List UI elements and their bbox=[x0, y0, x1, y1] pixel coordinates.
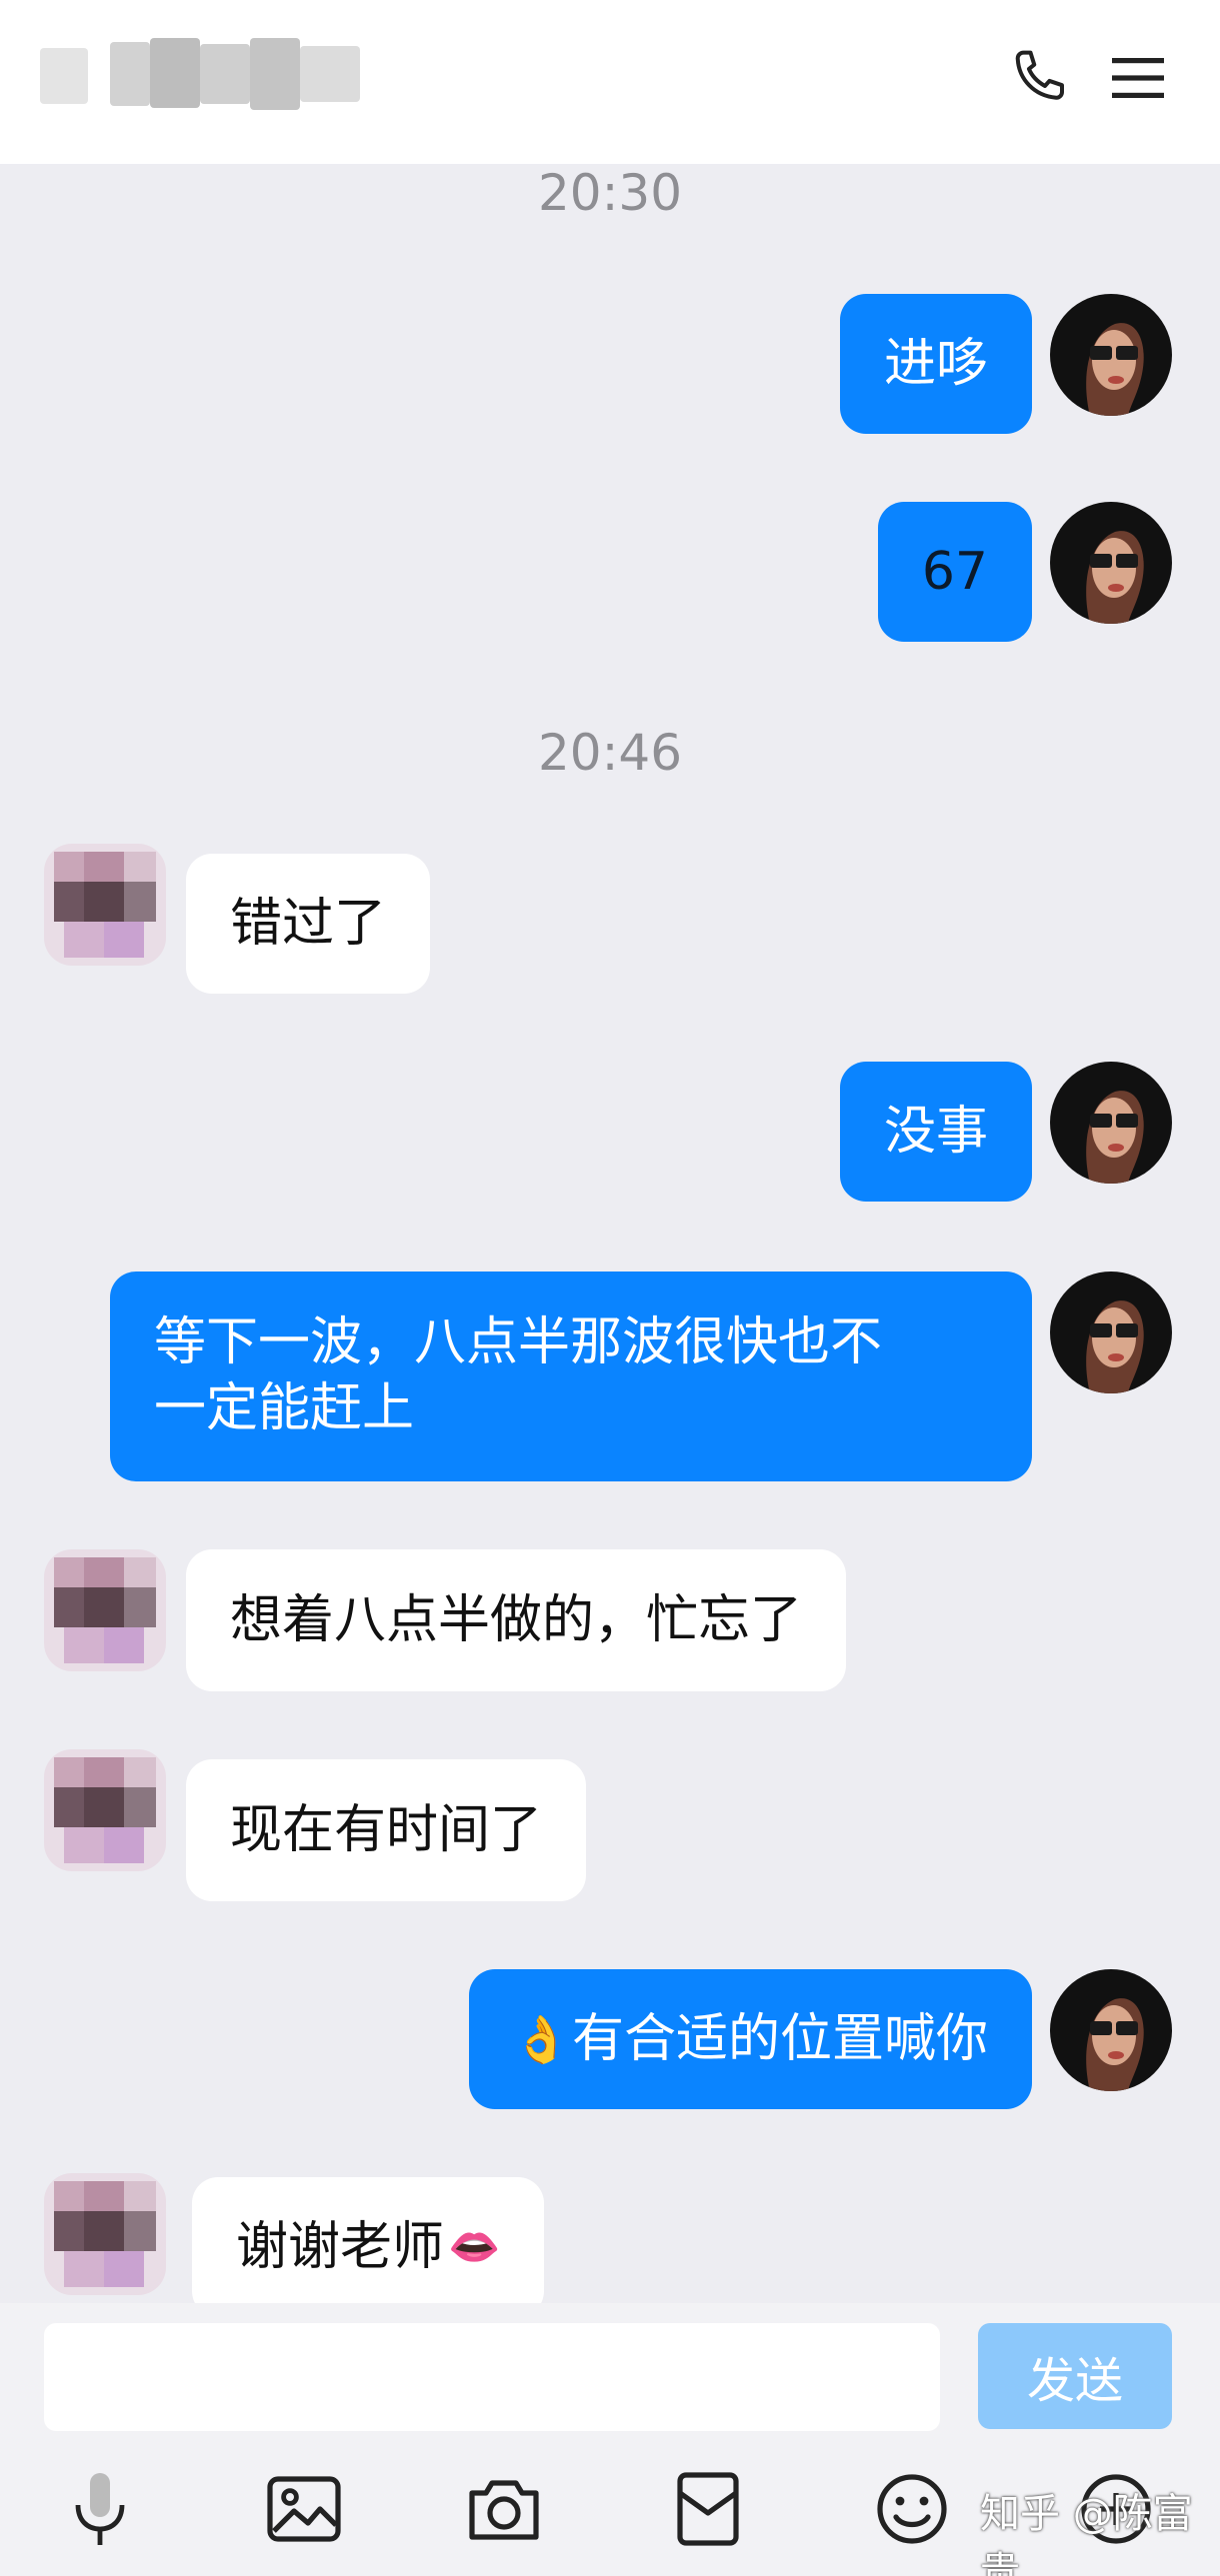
chat-header bbox=[0, 0, 1220, 164]
avatar-image bbox=[1050, 1969, 1172, 2091]
message-bubble-other[interactable]: 现在有时间了 bbox=[186, 1759, 587, 1901]
avatar-blurred[interactable] bbox=[44, 2173, 166, 2295]
phone-icon[interactable] bbox=[1006, 46, 1070, 110]
message-text-line2: 一定能赶上 bbox=[154, 1378, 415, 1438]
watermark: 知乎 @陈富贵 bbox=[980, 2491, 1193, 2576]
avatar-image bbox=[44, 844, 166, 966]
avatar[interactable] bbox=[1050, 294, 1172, 416]
message-list[interactable]: 20:30 进哆 67 20:46 错过了 没事 等下一波，八点半那波很快也不 … bbox=[0, 164, 1220, 2317]
message-bubble-mine[interactable]: 没事 bbox=[839, 1062, 1032, 1202]
timestamp: 20:46 bbox=[537, 724, 683, 782]
emoji-icon[interactable] bbox=[872, 2469, 952, 2549]
message-text: 有合适的位置喊你 bbox=[571, 2009, 988, 2069]
message-bubble-mine[interactable]: 67 bbox=[877, 502, 1032, 642]
avatar[interactable] bbox=[1050, 1272, 1172, 1393]
avatar-image bbox=[44, 2173, 166, 2295]
message-bubble-mine[interactable]: 等下一波，八点半那波很快也不 一定能赶上 bbox=[110, 1272, 1032, 1481]
avatar-image bbox=[44, 1749, 166, 1871]
message-text: 没事 bbox=[883, 1102, 988, 1162]
timestamp: 20:30 bbox=[537, 164, 683, 222]
camera-icon[interactable] bbox=[464, 2469, 544, 2549]
message-text: 进哆 bbox=[883, 334, 988, 394]
message-text: 想着八点半做的，忙忘了 bbox=[230, 1590, 803, 1650]
avatar-image bbox=[1050, 1062, 1172, 1184]
image-icon[interactable] bbox=[264, 2469, 344, 2549]
message-bubble-mine[interactable]: 👌 有合适的位置喊你 bbox=[468, 1969, 1032, 2109]
message-bubble-other[interactable]: 错过了 bbox=[186, 854, 431, 994]
microphone-icon[interactable] bbox=[60, 2469, 140, 2549]
avatar-image bbox=[1050, 502, 1172, 624]
message-text: 谢谢老师 bbox=[236, 2217, 445, 2277]
avatar[interactable] bbox=[1050, 502, 1172, 624]
contact-name-blurred bbox=[40, 38, 360, 118]
avatar-image bbox=[1050, 1272, 1172, 1393]
avatar[interactable] bbox=[1050, 1969, 1172, 2091]
message-bubble-other[interactable]: 谢谢老师 👄 bbox=[192, 2177, 545, 2317]
red-packet-icon[interactable] bbox=[668, 2469, 748, 2549]
avatar[interactable] bbox=[1050, 1062, 1172, 1184]
message-input[interactable] bbox=[44, 2323, 940, 2431]
menu-icon[interactable] bbox=[1108, 50, 1168, 106]
avatar-blurred[interactable] bbox=[44, 844, 166, 966]
ok-hand-emoji: 👌 bbox=[512, 2012, 570, 2066]
message-text: 错过了 bbox=[230, 894, 387, 954]
message-text: 67 bbox=[921, 542, 988, 602]
avatar-image bbox=[1050, 294, 1172, 416]
avatar-image bbox=[44, 1549, 166, 1671]
avatar-blurred[interactable] bbox=[44, 1749, 166, 1871]
send-button[interactable]: 发送 bbox=[978, 2323, 1172, 2429]
avatar-blurred[interactable] bbox=[44, 1549, 166, 1671]
message-text: 现在有时间了 bbox=[230, 1800, 543, 1860]
message-text-line1: 等下一波，八点半那波很快也不 bbox=[154, 1312, 883, 1372]
lips-emoji: 👄 bbox=[448, 2222, 501, 2271]
message-bubble-other[interactable]: 想着八点半做的，忙忘了 bbox=[186, 1549, 847, 1691]
message-bubble-mine[interactable]: 进哆 bbox=[839, 294, 1032, 434]
